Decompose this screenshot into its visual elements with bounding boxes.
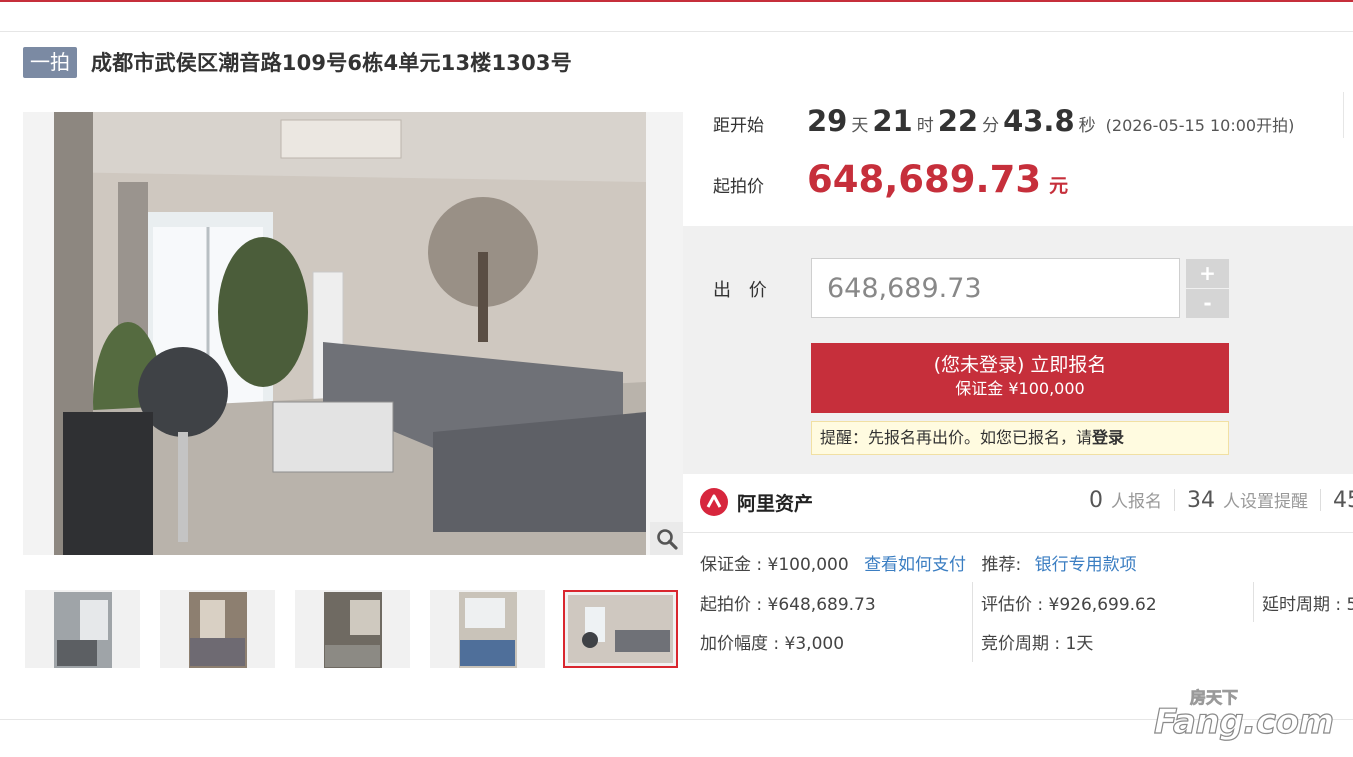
thumbnail-image (568, 595, 673, 663)
organizer-divider (683, 532, 1353, 533)
thumbnail-4[interactable] (430, 590, 545, 668)
countdown-hours: 21 (872, 104, 913, 138)
reminder-label: 人设置提醒 (1223, 492, 1308, 512)
detail-bid-period: 竞价周期 : 1天 (981, 634, 1094, 654)
recommend-label: 推荐: (981, 555, 1022, 575)
countdown-row: 距开始 29 天 21 时 22 分 43.8 秒 (2026-05-15 10… (713, 104, 1294, 138)
detail-start-price: 起拍价 : ¥648,689.73 (700, 595, 876, 615)
minutes-unit: 分 (982, 116, 1000, 136)
how-to-pay-link[interactable]: 查看如何支付 (864, 555, 966, 575)
watermark-main-text: Fang.com (1154, 702, 1334, 742)
thumbnail-2[interactable] (160, 590, 275, 668)
countdown-label: 距开始 (713, 116, 764, 136)
countdown-minutes: 22 (937, 104, 979, 138)
thumbnail-image (54, 592, 112, 668)
countdown-seconds: 43.8 (1003, 104, 1075, 138)
countdown-divider (1343, 92, 1344, 138)
title-row: 一拍 成都市武侯区潮音路109号6栋4单元13楼1303号 (23, 46, 572, 78)
thumbnail-image (189, 592, 247, 668)
stat-divider (1174, 489, 1175, 511)
thumbnail-image (324, 592, 382, 668)
reminder-count: 34 (1187, 488, 1215, 513)
start-price-label: 起拍价 (713, 177, 764, 197)
top-accent-line (0, 0, 1353, 2)
login-link[interactable]: 登录 (1092, 428, 1124, 447)
thumbnail-3[interactable] (295, 590, 410, 668)
days-unit: 天 (851, 116, 869, 136)
organizer-row: 阿里资产 0 人报名 34 人设置提醒 45 (700, 487, 1353, 517)
main-photo[interactable] (23, 112, 683, 555)
thumbnail-image (459, 592, 517, 668)
bank-payment-link[interactable]: 银行专用款项 (1035, 555, 1137, 575)
page-title: 成都市武侯区潮音路109号6栋4单元13楼1303号 (91, 51, 572, 75)
stat-divider (1320, 489, 1321, 511)
start-price-unit: 元 (1049, 175, 1069, 197)
living-room-photo (23, 112, 683, 555)
registered-count: 0 (1089, 488, 1103, 513)
detail-increment: 加价幅度 : ¥3,000 (700, 634, 845, 654)
magnifier-icon (656, 528, 678, 550)
login-reminder: 提醒：先报名再出价。如您已报名，请登录 (811, 421, 1229, 455)
detail-appraisal: 评估价 : ¥926,699.62 (981, 595, 1157, 615)
start-time-note: (2026-05-15 10:00开拍) (1105, 116, 1295, 135)
detail-delay-period: 延时周期 : 5 (1262, 595, 1353, 615)
ali-asset-logo-icon (700, 488, 728, 516)
deposit-amount: 保证金 : ¥100,000 (700, 555, 849, 575)
detail-column-divider (1253, 582, 1254, 622)
registered-label: 人报名 (1111, 492, 1162, 512)
hours-unit: 时 (916, 116, 934, 136)
seconds-unit: 秒 (1078, 116, 1096, 136)
reminder-text: 提醒：先报名再出价。如您已报名，请 (820, 428, 1093, 447)
detail-column-divider (972, 582, 973, 662)
deposit-row: 保证金 : ¥100,000 查看如何支付 推荐: 银行专用款项 (700, 550, 1137, 575)
thumbnail-1[interactable] (25, 590, 140, 668)
ali-asset-logo-mark (706, 494, 722, 508)
views-count: 45 (1333, 488, 1353, 513)
signup-button[interactable]: (您未登录) 立即报名 保证金 ¥100,000 (811, 343, 1229, 413)
zoom-button[interactable] (650, 522, 683, 555)
header-divider (0, 31, 1353, 32)
countdown-days: 29 (807, 104, 848, 138)
start-price-value: 648,689.73 (807, 158, 1042, 201)
fang-watermark: 房天下 Fang.com (1150, 683, 1350, 743)
auction-round-badge: 一拍 (23, 46, 77, 78)
bid-amount-input[interactable]: 648,689.73 (811, 258, 1180, 318)
signup-button-label: (您未登录) 立即报名 (933, 354, 1107, 376)
fang-watermark-logo: 房天下 Fang.com (1153, 688, 1334, 743)
organizer-name: 阿里资产 (737, 493, 814, 515)
auction-stats: 0 人报名 34 人设置提醒 45 (1089, 487, 1353, 513)
start-price-row: 起拍价 648,689.73 元 (713, 158, 1068, 201)
signup-deposit-label: 保证金 ¥100,000 (955, 379, 1085, 398)
thumbnail-5[interactable] (563, 590, 678, 668)
increase-bid-button[interactable]: + (1186, 259, 1229, 288)
bid-label: 出 价 (713, 280, 773, 301)
decrease-bid-button[interactable]: - (1186, 289, 1229, 318)
